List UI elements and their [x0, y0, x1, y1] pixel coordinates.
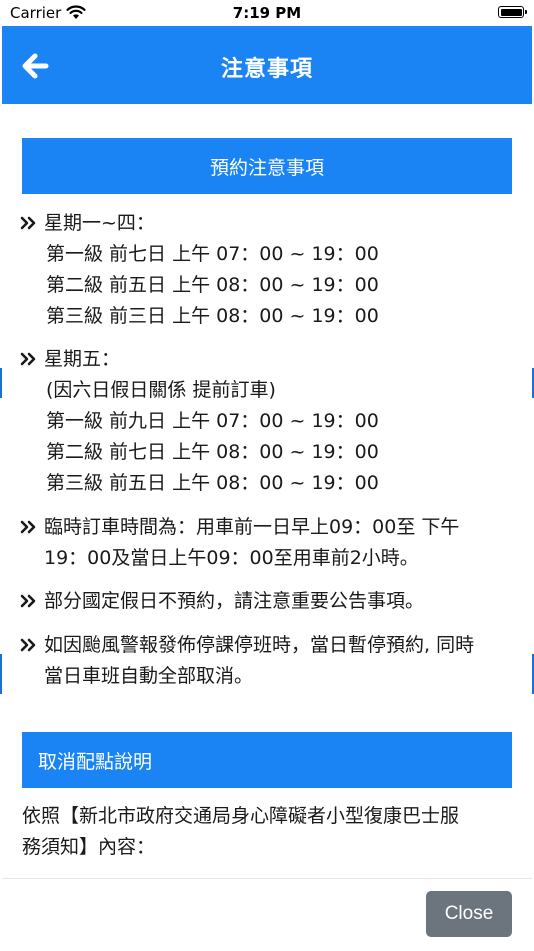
double-chevron-icon — [20, 594, 36, 608]
note-line: 第二級 前五日 上午 08：00 ~ 19：00 — [46, 274, 379, 296]
notice-modal: 注意事項 預約注意事項 星期一~四： 第一級 前七日 上午 07：00 ~ 19… — [2, 26, 532, 951]
double-chevron-icon — [20, 352, 36, 366]
note-title: 臨時訂車時間為：用車前一日早上09：00至 下午 — [44, 516, 460, 538]
note-line: 第二級 前七日 上午 08：00 ~ 19：00 — [46, 441, 379, 463]
status-bar: Carrier 7:19 PM — [0, 0, 534, 26]
note-line: 第一級 前七日 上午 07：00 ~ 19：00 — [46, 243, 379, 265]
note-line: 第三級 前三日 上午 08：00 ~ 19：00 — [46, 305, 379, 327]
nav-bar: 注意事項 — [2, 26, 532, 104]
cancel-notes-header: 取消配點說明 — [22, 732, 512, 788]
note-temporary-booking: 臨時訂車時間為：用車前一日早上09：00至 下午 19：00及當日上午09：00… — [20, 512, 520, 574]
cancel-notes-line: 依照【新北市政府交通局身心障礙者小型復康巴士服 — [22, 805, 460, 827]
note-weekday: 星期一~四： 第一級 前七日 上午 07：00 ~ 19：00 第二級 前五日 … — [20, 208, 520, 332]
content-scroll-area[interactable]: 預約注意事項 星期一~四： 第一級 前七日 上午 07：00 ~ 19：00 第… — [2, 104, 532, 878]
clock: 7:19 PM — [232, 4, 302, 22]
page-title: 注意事項 — [220, 57, 313, 82]
double-chevron-icon — [20, 638, 36, 652]
close-button[interactable]: Close — [426, 891, 512, 937]
cancel-notes-text: 依照【新北市政府交通局身心障礙者小型復康巴士服 務須知】內容： — [22, 801, 516, 863]
modal-footer: Close — [2, 878, 532, 951]
cancel-notes-title: 取消配點說明 — [38, 750, 153, 773]
reservation-notes-title: 預約注意事項 — [209, 156, 324, 179]
note-title: 如因颱風警報發佈停課停班時，當日暫停預約, 同時 — [44, 634, 475, 656]
note-line: 19：00及當日上午09：00至用車前2小時。 — [44, 547, 419, 569]
note-line: 第三級 前五日 上午 08：00 ~ 19：00 — [46, 472, 379, 494]
note-typhoon: 如因颱風警報發佈停課停班時，當日暫停預約, 同時 當日車班自動全部取消。 — [20, 630, 520, 692]
note-title: 星期五： — [44, 348, 121, 370]
note-title: 星期一~四： — [44, 212, 155, 234]
note-friday: 星期五： (因六日假日關係 提前訂車) 第一級 前九日 上午 07：00 ~ 1… — [20, 344, 520, 499]
cancel-notes-line: 務須知】內容： — [22, 836, 156, 858]
battery-icon — [498, 6, 527, 18]
reservation-notes-header: 預約注意事項 — [22, 138, 512, 194]
note-line: 第一級 前九日 上午 07：00 ~ 19：00 — [46, 410, 379, 432]
note-line: 當日車班自動全部取消。 — [44, 665, 254, 687]
note-holidays: 部分國定假日不預約，請注意重要公告事項。 — [20, 586, 520, 617]
double-chevron-icon — [20, 216, 36, 230]
double-chevron-icon — [20, 520, 36, 534]
note-line: (因六日假日關係 提前訂車) — [46, 379, 276, 401]
note-title: 部分國定假日不預約，請注意重要公告事項。 — [44, 590, 425, 612]
